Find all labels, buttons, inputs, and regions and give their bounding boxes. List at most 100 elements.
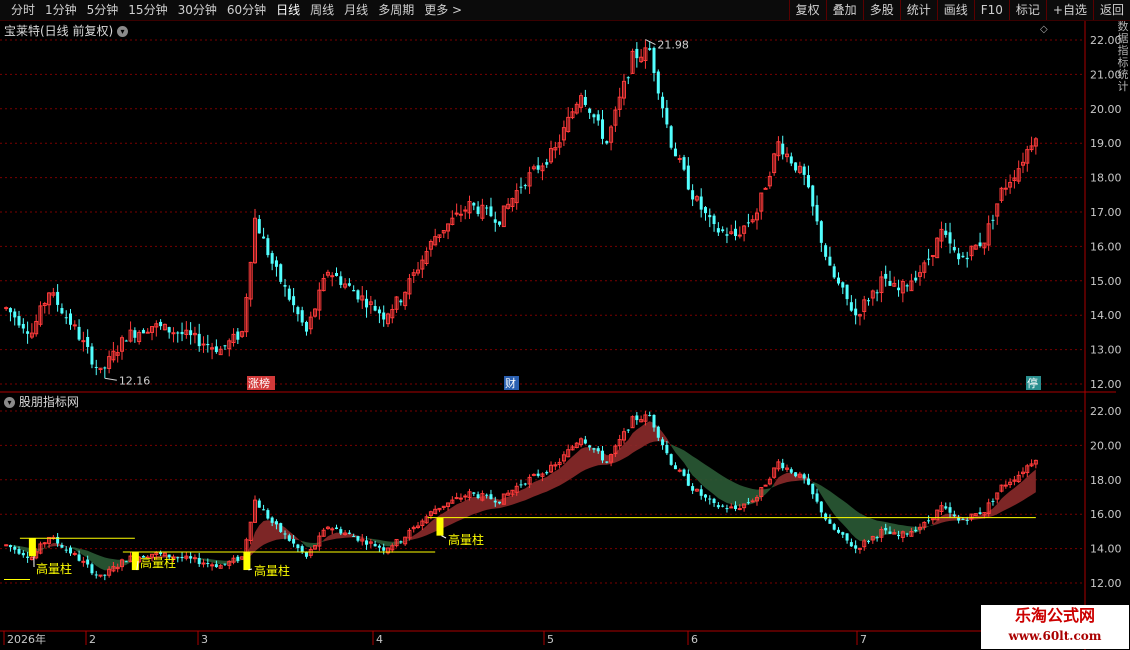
indicator-candle [841,532,845,535]
indicator-candle [725,508,729,510]
main-candle [703,207,707,214]
main-candle [836,277,840,284]
high-volume-bar [28,538,36,557]
main-candle [536,165,540,170]
indicator-candle [686,473,690,486]
main-candle [716,228,720,233]
indicator-candle [197,557,201,565]
band-up-area [49,543,71,549]
indicator-candle [26,556,30,558]
indicator-candle [708,498,712,500]
indicator-candle [69,547,73,554]
main-candle [141,329,145,334]
indicator-candle [72,552,77,555]
main-candle [60,308,64,314]
x-axis-label: 4 [376,633,383,646]
high-price-label: 21.98 [657,39,689,52]
x-axis-label: 3 [201,633,208,646]
indicator-candle [257,500,261,508]
indicator-candle [857,547,862,550]
main-candle [781,143,785,155]
high-volume-label: 高量柱 [36,561,72,576]
indicator-candle [854,545,858,549]
band-down-area [366,538,410,547]
indicator-candle [763,484,768,487]
indicator-candle [98,574,103,577]
main-candle [90,346,94,365]
main-candle [652,47,656,73]
main-candle [489,206,493,217]
main-candle [4,307,9,310]
indicator-candle [734,505,738,510]
indicator-candle [330,528,335,531]
indicator-candle [750,500,755,503]
main-candle [274,260,278,267]
indicator-candle [699,489,703,496]
main-candle [583,96,587,105]
main-candle [819,221,823,243]
indicator-candle [661,439,665,446]
indicator-candle [352,536,356,538]
indicator-candle [806,478,810,485]
indicator-candle [476,494,480,498]
main-candle [283,285,287,287]
indicator-candle [588,445,592,448]
main-candle [930,254,935,257]
indicator-candle [897,534,901,537]
main-candle [356,290,360,300]
main-candle [961,255,965,258]
indicator-candle [373,543,377,547]
indicator-candle [746,502,750,504]
main-candle [476,206,480,214]
indicator-candle [648,415,652,417]
indicator-candle [81,560,86,563]
main-candle [382,312,386,320]
main-candle [832,266,836,278]
main-candle [763,187,768,190]
main-candle [485,207,489,209]
indicator-candle [489,494,493,500]
indicator-candle [356,536,360,541]
main-candle [601,119,605,139]
main-candle [339,276,343,285]
main-candle [296,307,300,315]
indicator-candle [635,415,639,421]
watermark-url: www.60lt.com [1008,629,1102,643]
main-candle [197,333,201,347]
indicator-candle [665,444,669,454]
low-price-label: 12.16 [119,374,151,387]
high-volume-label: 高量柱 [140,555,176,570]
high-volume-label: 高量柱 [448,532,484,547]
indicator-candle [583,439,587,444]
high-volume-bar [243,552,251,571]
indicator-candle [802,474,806,479]
indicator-candle [304,552,308,557]
indicator-candle [592,448,596,450]
main-candle [592,114,596,118]
indicator-candle [729,506,734,509]
main-candle [849,302,853,311]
indicator-candle [90,564,94,574]
indicator-candle [458,497,463,500]
main-candle [811,185,815,207]
indicator-candle [60,545,64,548]
main-candle [365,298,369,308]
indicator-candle [523,483,527,485]
side-info-strip[interactable]: 数据指标统计 [1116,21,1130,631]
main-candle [824,245,828,257]
event-marker-text: 涨榜 [248,376,270,390]
main-candle [377,309,381,314]
main-candle [519,186,523,188]
main-candle [699,196,703,210]
indicator-candle [493,500,497,503]
indicator-candle [952,514,956,517]
high-volume-bar [436,517,444,536]
main-candle [605,141,609,144]
indicator-candle [930,518,935,521]
kline-chart-canvas[interactable]: 21.9812.16 涨榜财停高量柱 高量柱高量柱高量柱 22.0021.0020.… [0,0,1130,650]
main-candle [201,343,206,346]
main-candle [17,316,21,326]
indicator-candle [536,473,540,476]
indicator-candle [531,473,536,476]
main-candles [4,39,1038,379]
